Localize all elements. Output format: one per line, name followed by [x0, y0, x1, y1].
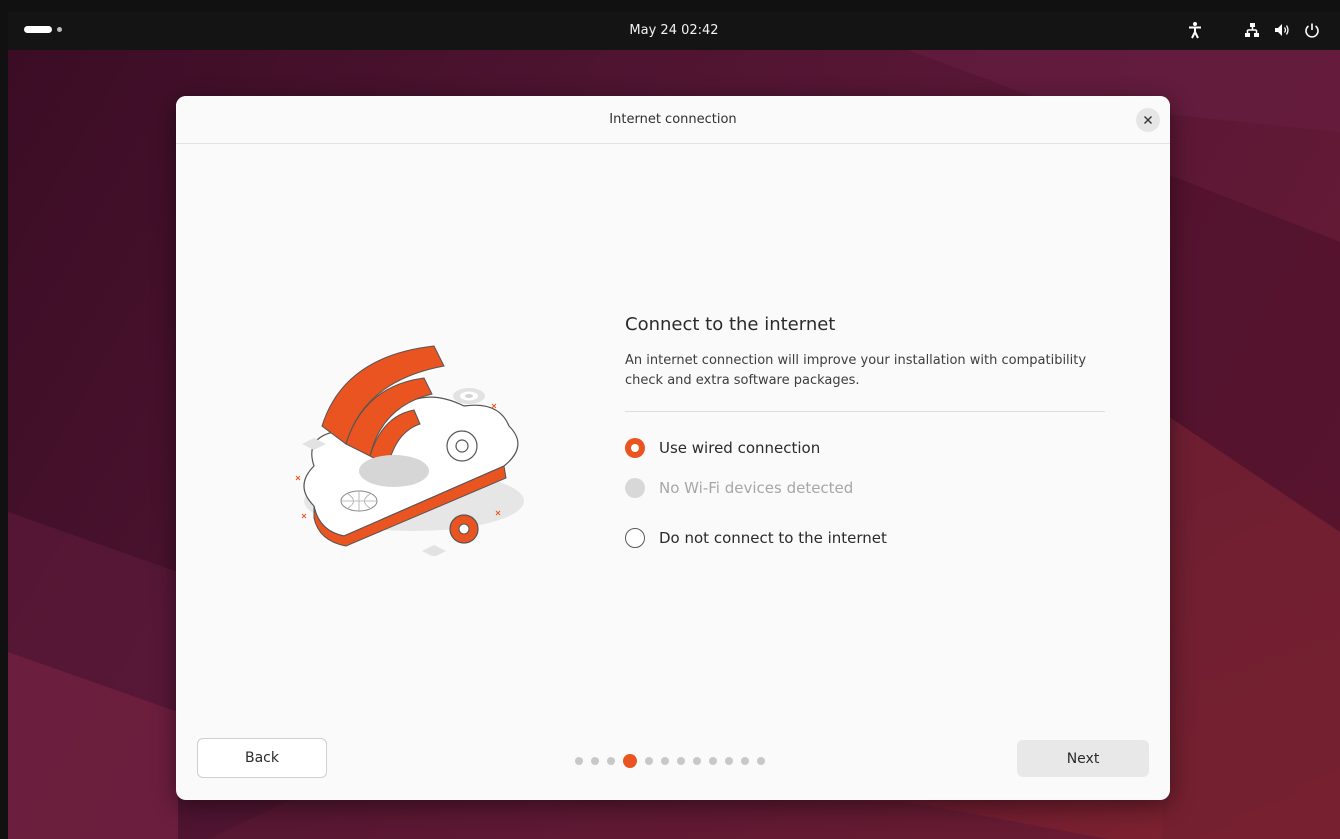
radio-no-internet[interactable]: [625, 528, 645, 548]
dialog-title: Internet connection: [609, 112, 737, 127]
option-no-internet[interactable]: Do not connect to the internet: [625, 518, 1105, 558]
page-description: An internet connection will improve your…: [625, 353, 1087, 388]
top-bar: May 24 02:42: [8, 12, 1340, 50]
page-dot: [607, 757, 615, 765]
power-icon[interactable]: [1304, 22, 1320, 38]
back-button[interactable]: Back: [197, 738, 327, 778]
close-button[interactable]: [1136, 108, 1160, 132]
page-dot: [725, 757, 733, 765]
page-heading: Connect to the internet: [625, 314, 836, 335]
desktop: May 24 02:42 Internet connection Connect…: [8, 12, 1340, 839]
internet-illustration: [295, 345, 524, 556]
page-dot: [677, 757, 685, 765]
close-icon: [1144, 116, 1152, 124]
clock[interactable]: May 24 02:42: [8, 12, 1340, 50]
network-wired-icon[interactable]: [1244, 22, 1260, 38]
page-dot: [757, 757, 765, 765]
option-label: Do not connect to the internet: [659, 529, 887, 547]
connection-panel: Connect to the internet An internet conn…: [625, 314, 1105, 558]
radio-wired[interactable]: [625, 438, 645, 458]
page-dot: [693, 757, 701, 765]
page-dot-current: [623, 754, 637, 768]
divider: [625, 411, 1105, 412]
option-label: Use wired connection: [659, 439, 821, 457]
page-dot: [591, 757, 599, 765]
page-dot: [575, 757, 583, 765]
page-dot: [741, 757, 749, 765]
dialog-titlebar: Internet connection: [176, 96, 1170, 144]
page-dot: [709, 757, 717, 765]
option-wired-connection[interactable]: Use wired connection: [625, 428, 1105, 468]
volume-icon[interactable]: [1274, 22, 1290, 38]
next-button[interactable]: Next: [1017, 740, 1149, 777]
page-dot: [645, 757, 653, 765]
option-wifi: No Wi-Fi devices detected: [625, 468, 1105, 508]
radio-wifi: [625, 478, 645, 498]
installer-dialog: Internet connection Connect to the inter…: [176, 96, 1170, 800]
page-dot: [661, 757, 669, 765]
page-indicator: [575, 754, 765, 768]
option-label: No Wi-Fi devices detected: [659, 479, 854, 497]
system-tray[interactable]: [1188, 21, 1320, 39]
accessibility-icon[interactable]: [1188, 21, 1202, 39]
